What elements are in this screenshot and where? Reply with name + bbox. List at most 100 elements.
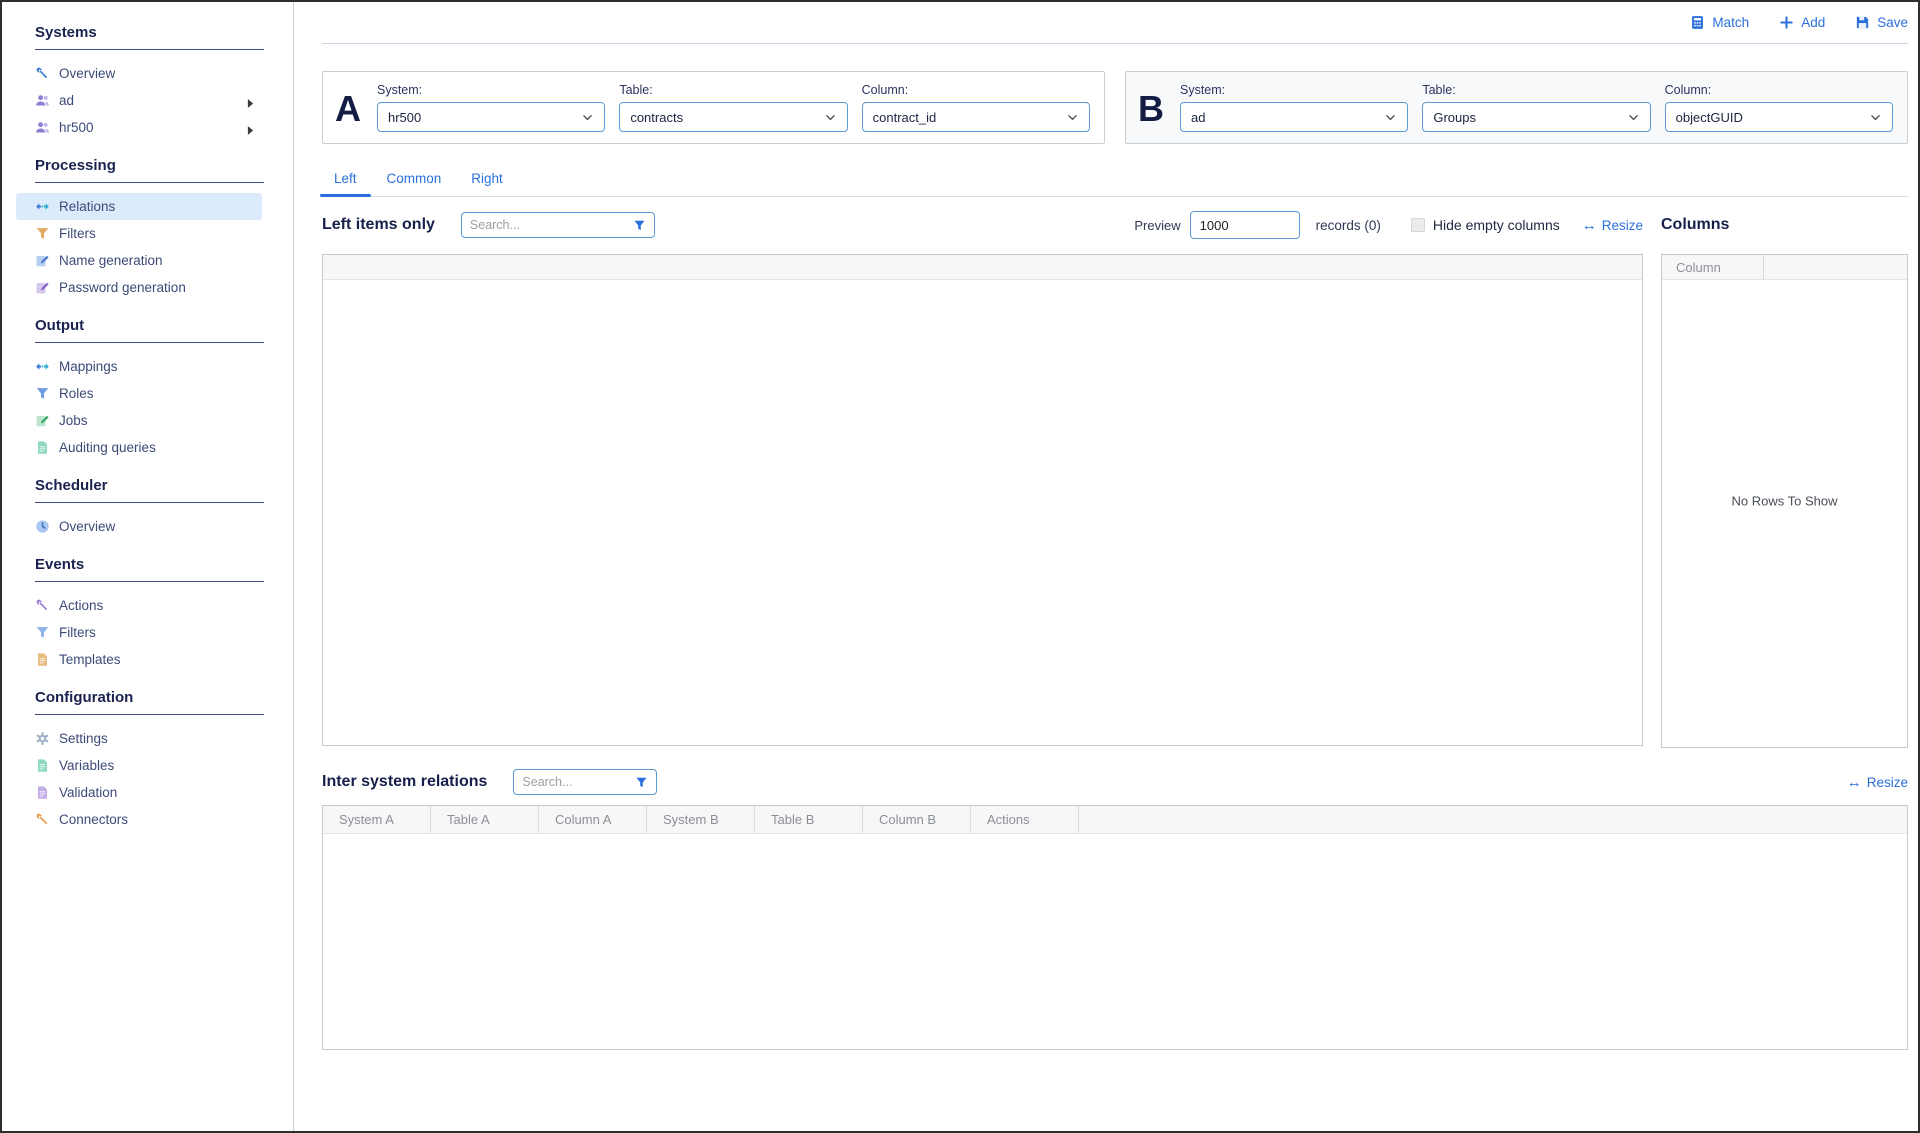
column-b-value: objectGUID (1676, 110, 1743, 125)
sidebar-item-password-generation[interactable]: Password generation (16, 274, 262, 301)
clock-icon (35, 519, 50, 534)
header-column-b[interactable]: Column B (863, 806, 971, 833)
sidebar-item-label: hr500 (59, 120, 94, 135)
chevron-down-icon (1066, 111, 1079, 124)
sidebar-item-events-filters[interactable]: Filters (16, 619, 262, 646)
sidebar-item-systems-overview[interactable]: Overview (16, 60, 262, 87)
left-items-section: Left items only Preview records (0) Hide… (322, 210, 1643, 748)
sidebar-item-label: Password generation (59, 280, 186, 295)
panel-b-letter: B (1136, 91, 1166, 127)
left-items-resize-button[interactable]: ↔ Resize (1582, 218, 1643, 233)
search-input[interactable] (522, 775, 629, 789)
add-button[interactable]: Add (1779, 15, 1825, 30)
sidebar-item-label: Roles (59, 386, 94, 401)
sidebar-item-validation[interactable]: Validation (16, 779, 262, 806)
left-items-toolbar: Left items only Preview records (0) Hide… (322, 210, 1643, 240)
column-label: Column: (862, 83, 1090, 97)
table-b-select[interactable]: Groups (1422, 102, 1650, 132)
sidebar-item-mappings[interactable]: Mappings (16, 353, 262, 380)
users-icon (35, 93, 50, 108)
inter-relations-resize-button[interactable]: ↔ Resize (1847, 775, 1908, 790)
sidebar-item-variables[interactable]: Variables (16, 752, 262, 779)
hide-empty-columns-checkbox[interactable] (1411, 218, 1425, 232)
save-button[interactable]: Save (1855, 15, 1908, 30)
save-label: Save (1877, 15, 1908, 30)
system-b-value: ad (1191, 110, 1205, 125)
sidebar-item-label: Templates (59, 652, 121, 667)
inter-relations-search (513, 769, 657, 795)
header-column-a[interactable]: Column A (539, 806, 647, 833)
sidebar-item-jobs[interactable]: Jobs (16, 407, 262, 434)
tab-left[interactable]: Left (334, 170, 357, 196)
sidebar-item-settings[interactable]: Settings (16, 725, 262, 752)
sidebar-item-templates[interactable]: Templates (16, 646, 262, 673)
sidebar-item-relations[interactable]: Relations (16, 193, 262, 220)
tab-common[interactable]: Common (387, 170, 442, 196)
sidebar-item-processing-filters[interactable]: Filters (16, 220, 262, 247)
document-icon (35, 758, 50, 773)
sidebar-item-label: ad (59, 93, 74, 108)
chevron-down-icon (1384, 111, 1397, 124)
table-a-value: contracts (630, 110, 683, 125)
sidebar-item-systems-ad[interactable]: ad (16, 87, 262, 114)
left-items-grid-header (323, 255, 1642, 280)
sidebar-item-label: Relations (59, 199, 115, 214)
table-a-select[interactable]: contracts (619, 102, 847, 132)
table-label: Table: (1422, 83, 1650, 97)
sidebar-item-connectors[interactable]: Connectors (16, 806, 262, 833)
sidebar-item-systems-hr500[interactable]: hr500 (16, 114, 262, 141)
sidebar-section-processing: Processing (35, 157, 264, 183)
no-rows-message: No Rows To Show (1662, 494, 1907, 509)
columns-grid: Column No Rows To Show (1661, 254, 1908, 748)
sidebar-item-label: Actions (59, 598, 103, 613)
selector-panel-b: B System: ad Table: Groups Column: objec… (1125, 71, 1908, 144)
table-label: Table: (619, 83, 847, 97)
calculator-icon (1690, 15, 1705, 30)
column-a-select[interactable]: contract_id (862, 102, 1090, 132)
sidebar-item-label: Connectors (59, 812, 128, 827)
chevron-down-icon (581, 111, 594, 124)
plus-icon (1779, 15, 1794, 30)
inter-relations-toolbar: Inter system relations ↔ Resize (322, 768, 1908, 796)
chevron-right-icon (247, 123, 254, 132)
tab-right[interactable]: Right (471, 170, 503, 196)
wrench-icon (35, 812, 50, 827)
preview-label: Preview (1134, 218, 1180, 233)
sidebar-section-events: Events (35, 556, 264, 582)
match-button[interactable]: Match (1690, 15, 1749, 30)
document-icon (35, 652, 50, 667)
resize-label: Resize (1602, 218, 1643, 233)
selector-panel-a: A System: hr500 Table: contracts Column:… (322, 71, 1105, 144)
system-label: System: (377, 83, 605, 97)
header-system-b[interactable]: System B (647, 806, 755, 833)
app-window: { "toolbar": { "match": "Match", "add": … (0, 0, 1920, 1133)
sidebar: Systems Overview ad hr500 Processing (2, 2, 294, 1131)
sidebar-item-label: Validation (59, 785, 117, 800)
resize-label: Resize (1867, 775, 1908, 790)
columns-section: Columns Column No Rows To Show (1661, 210, 1908, 748)
column-b-select[interactable]: objectGUID (1665, 102, 1893, 132)
search-input[interactable] (470, 218, 627, 232)
preview-count-input[interactable] (1190, 211, 1300, 239)
header-table-a[interactable]: Table A (431, 806, 539, 833)
system-b-select[interactable]: ad (1180, 102, 1408, 132)
column-header-cell[interactable]: Column (1662, 255, 1764, 279)
sidebar-item-scheduler-overview[interactable]: Overview (16, 513, 262, 540)
sidebar-item-label: Jobs (59, 413, 88, 428)
system-a-select[interactable]: hr500 (377, 102, 605, 132)
wrench-icon (35, 66, 50, 81)
sidebar-section-output: Output (35, 317, 264, 343)
sidebar-item-label: Variables (59, 758, 114, 773)
inter-relations-table-header: System A Table A Column A System B Table… (323, 806, 1907, 834)
sidebar-item-label: Settings (59, 731, 108, 746)
sidebar-item-auditing-queries[interactable]: Auditing queries (16, 434, 262, 461)
header-actions[interactable]: Actions (971, 806, 1079, 833)
sidebar-item-actions[interactable]: Actions (16, 592, 262, 619)
header-system-a[interactable]: System A (323, 806, 431, 833)
system-label: System: (1180, 83, 1408, 97)
sidebar-item-name-generation[interactable]: Name generation (16, 247, 262, 274)
relations-arrows-icon (35, 359, 50, 374)
header-table-b[interactable]: Table B (755, 806, 863, 833)
left-items-grid (322, 254, 1643, 746)
sidebar-item-roles[interactable]: Roles (16, 380, 262, 407)
